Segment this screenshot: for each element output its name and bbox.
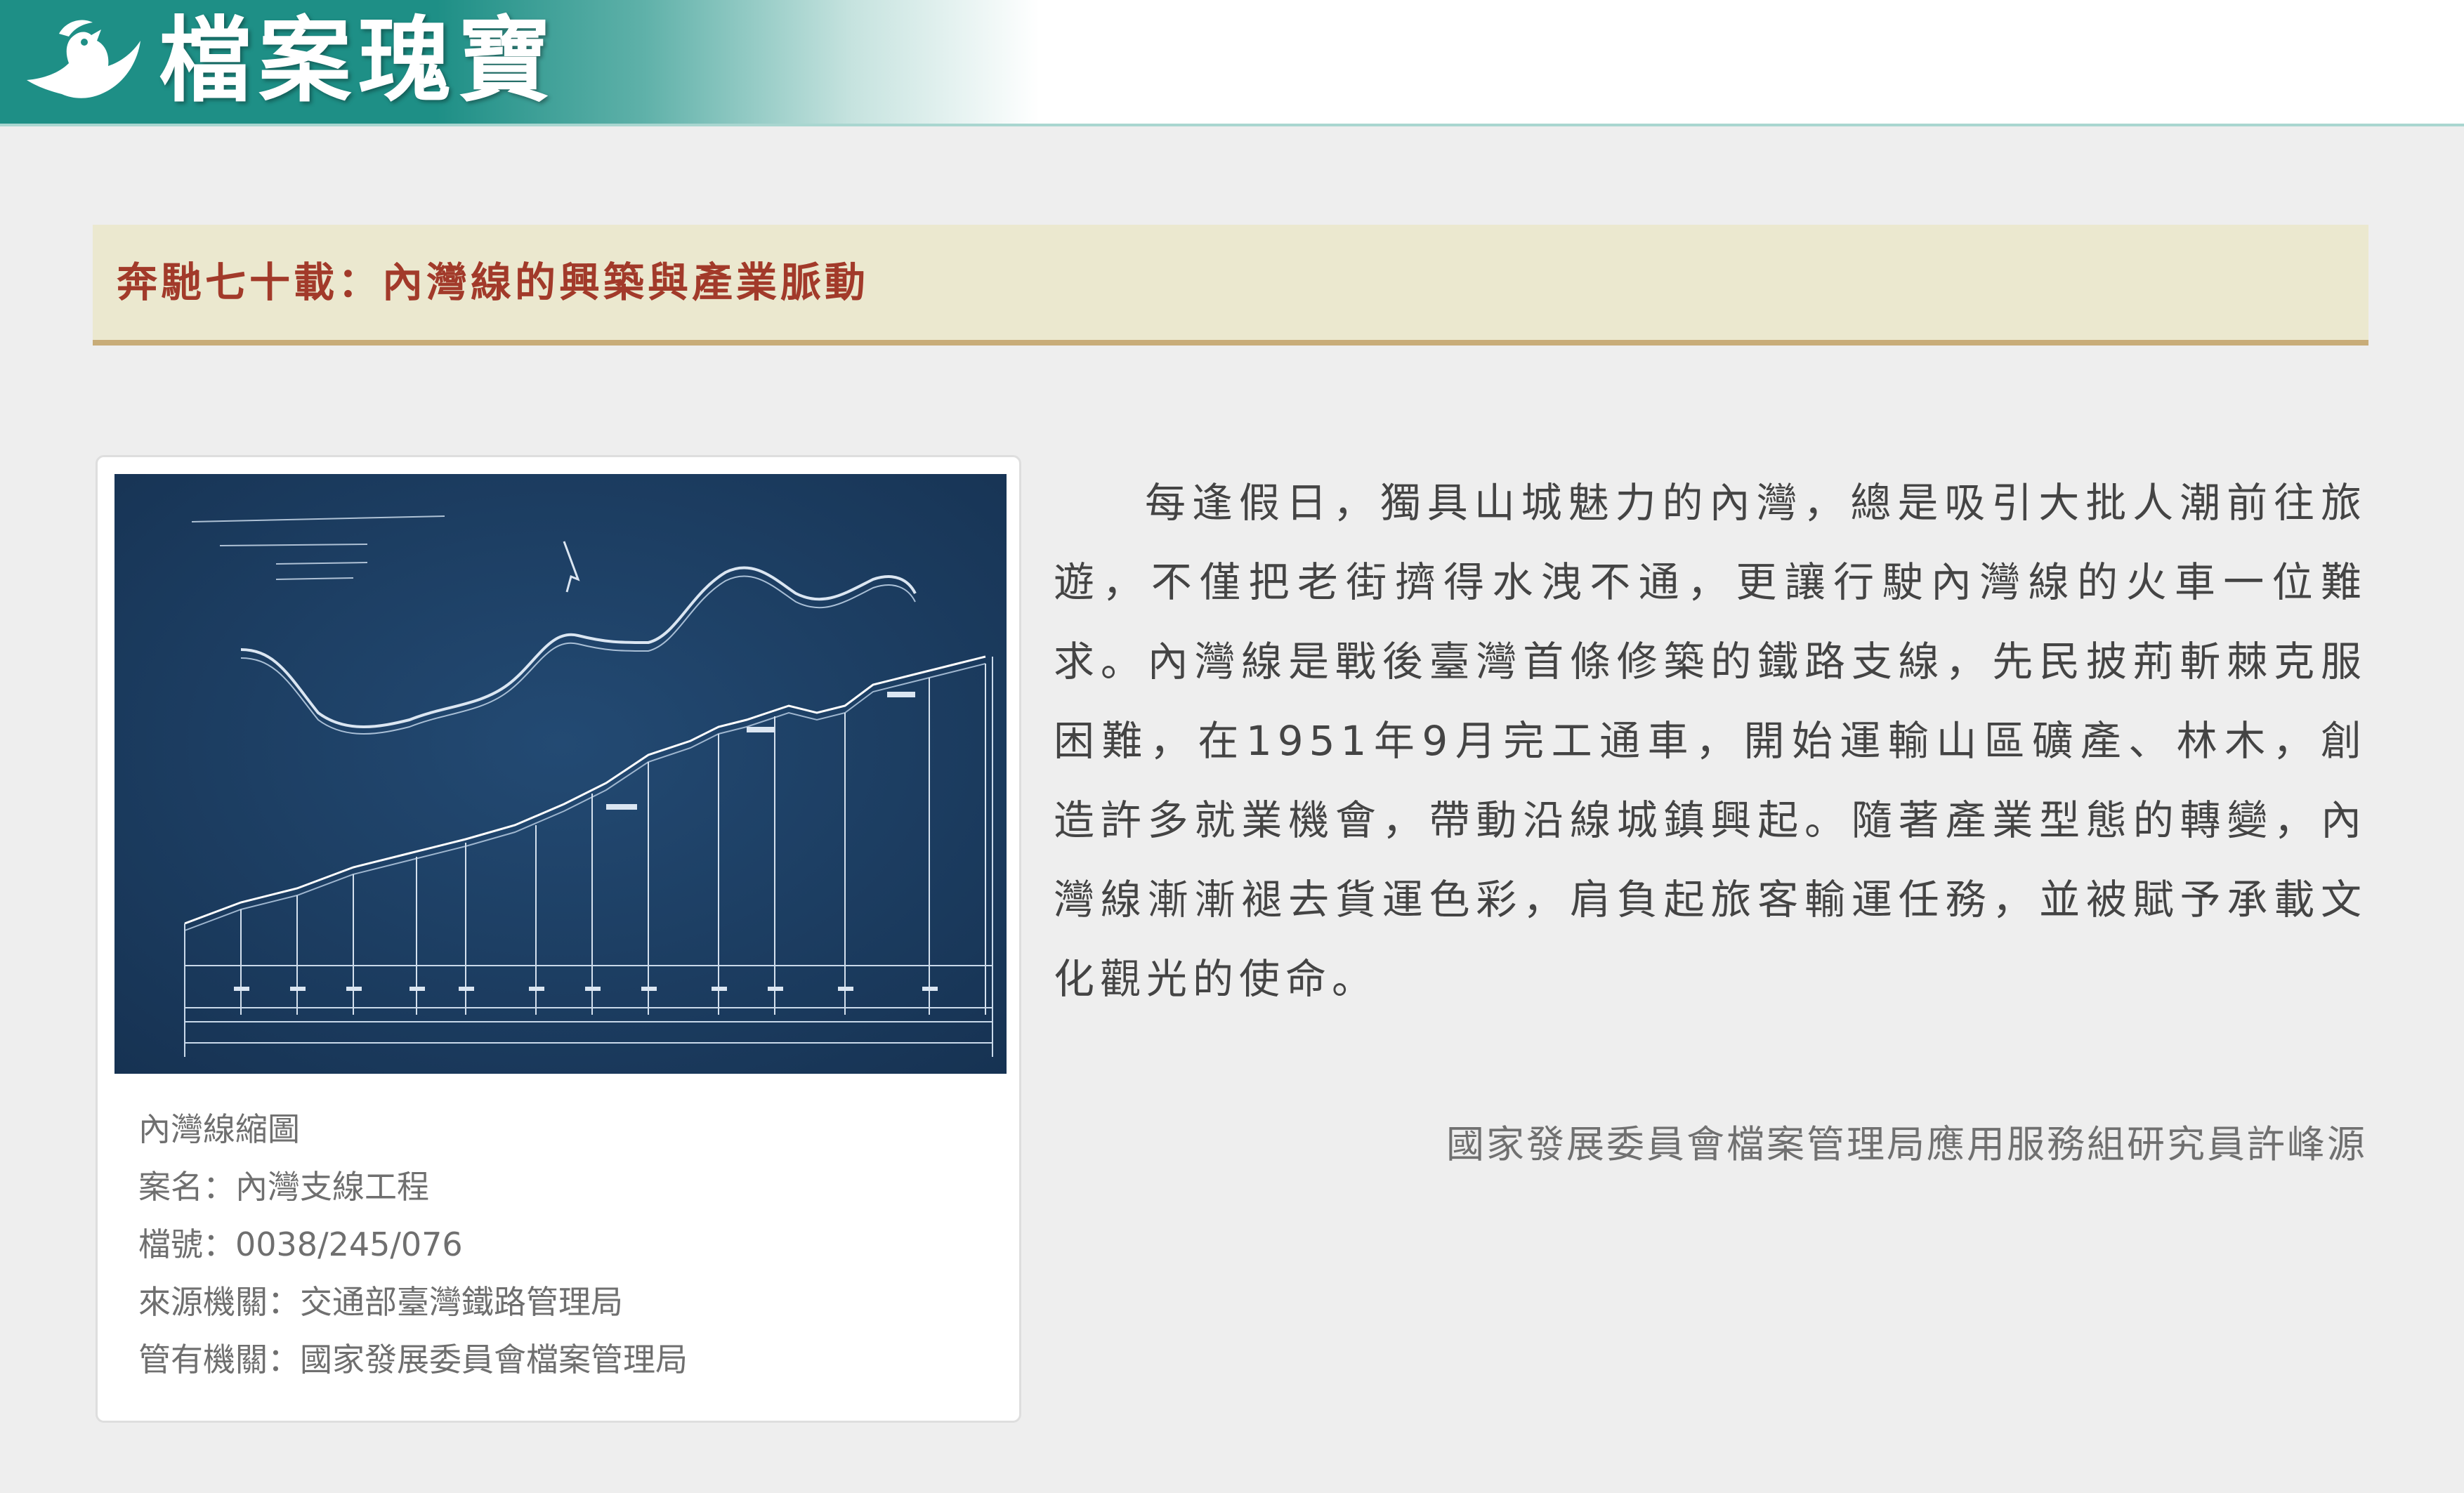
site-header: 檔案瑰寶: [0, 0, 2464, 126]
blueprint-map-icon: [114, 474, 1007, 1074]
dove-icon[interactable]: [22, 13, 143, 111]
article-author: 國家發展委員會檔案管理局應用服務組研究員許峰源: [1446, 1122, 2367, 1166]
blueprint-image[interactable]: [114, 474, 1007, 1074]
caption-source-agency: 來源機關：交通部臺灣鐵路管理局: [138, 1283, 623, 1321]
figure-card: 內灣線縮圖 案名：內灣支線工程 檔號：0038/245/076 來源機關：交通部…: [96, 455, 1021, 1423]
caption-title: 內灣線縮圖: [138, 1110, 300, 1148]
caption-file-number: 檔號：0038/245/076: [138, 1225, 463, 1263]
figure-caption: 內灣線縮圖 案名：內灣支線工程 檔號：0038/245/076 來源機關：交通部…: [138, 1100, 995, 1388]
section-heading-bar: 奔馳七十載：內灣線的興築與產業脈動: [93, 225, 2368, 346]
caption-custody-agency: 管有機關：國家發展委員會檔案管理局: [138, 1341, 688, 1379]
article-content: 每逢假日，獨具山城魅力的內灣，總是吸引大批人潮前往旅遊，不僅把老街擠得水洩不通，…: [1054, 463, 2367, 1019]
header-banner: 檔案瑰寶: [0, 0, 1040, 124]
site-title[interactable]: 檔案瑰寶: [159, 8, 558, 114]
caption-case-name: 案名：內灣支線工程: [138, 1168, 429, 1206]
section-title: 奔馳七十載：內灣線的興築與產業脈動: [117, 258, 870, 306]
article-body: 每逢假日，獨具山城魅力的內灣，總是吸引大批人潮前往旅遊，不僅把老街擠得水洩不通，…: [1054, 479, 2367, 1003]
